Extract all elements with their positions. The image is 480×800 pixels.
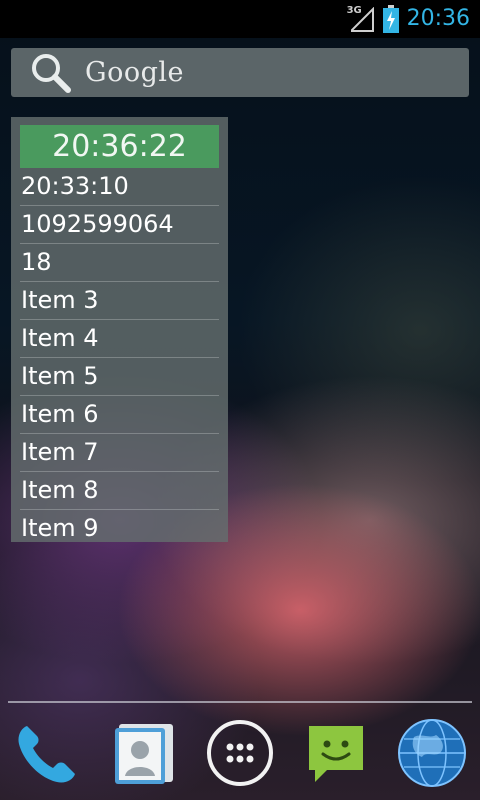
status-bar: 3G 20:36: [0, 0, 480, 38]
dock: [0, 706, 480, 800]
widget-list[interactable]: 20:33:10 1092599064 18 Item 3 Item 4 Ite…: [20, 168, 219, 542]
messaging-app-button[interactable]: [298, 715, 374, 791]
browser-globe-icon: [398, 719, 466, 787]
dock-divider: [8, 701, 472, 703]
list-item[interactable]: Item 3: [20, 282, 219, 320]
google-search-bar[interactable]: Google: [11, 48, 469, 97]
list-item[interactable]: Item 7: [20, 434, 219, 472]
messaging-icon: [309, 726, 363, 782]
browser-app-button[interactable]: [394, 715, 470, 791]
battery-charging-icon: [382, 5, 399, 33]
list-item[interactable]: 18: [20, 244, 219, 282]
list-item[interactable]: Item 9: [20, 510, 219, 542]
list-item[interactable]: Item 5: [20, 358, 219, 396]
contacts-app-button[interactable]: [106, 715, 182, 791]
widget-header-clock: 20:36:22: [20, 125, 219, 168]
list-item[interactable]: Item 6: [20, 396, 219, 434]
list-item[interactable]: Item 4: [20, 320, 219, 358]
phone-icon: [18, 726, 75, 783]
search-icon: [32, 53, 71, 93]
list-item[interactable]: Item 8: [20, 472, 219, 510]
app-drawer-button[interactable]: [202, 715, 278, 791]
list-item[interactable]: 20:33:10: [20, 168, 219, 206]
search-bar-label: Google: [85, 57, 184, 88]
app-drawer-icon: [207, 720, 273, 786]
list-item[interactable]: 1092599064: [20, 206, 219, 244]
contacts-icon: [115, 724, 173, 784]
mobile-signal-icon: 3G: [347, 5, 375, 33]
status-clock: 20:36: [406, 6, 470, 31]
phone-app-button[interactable]: [10, 715, 86, 791]
list-widget[interactable]: 20:36:22 20:33:10 1092599064 18 Item 3 I…: [11, 117, 228, 542]
